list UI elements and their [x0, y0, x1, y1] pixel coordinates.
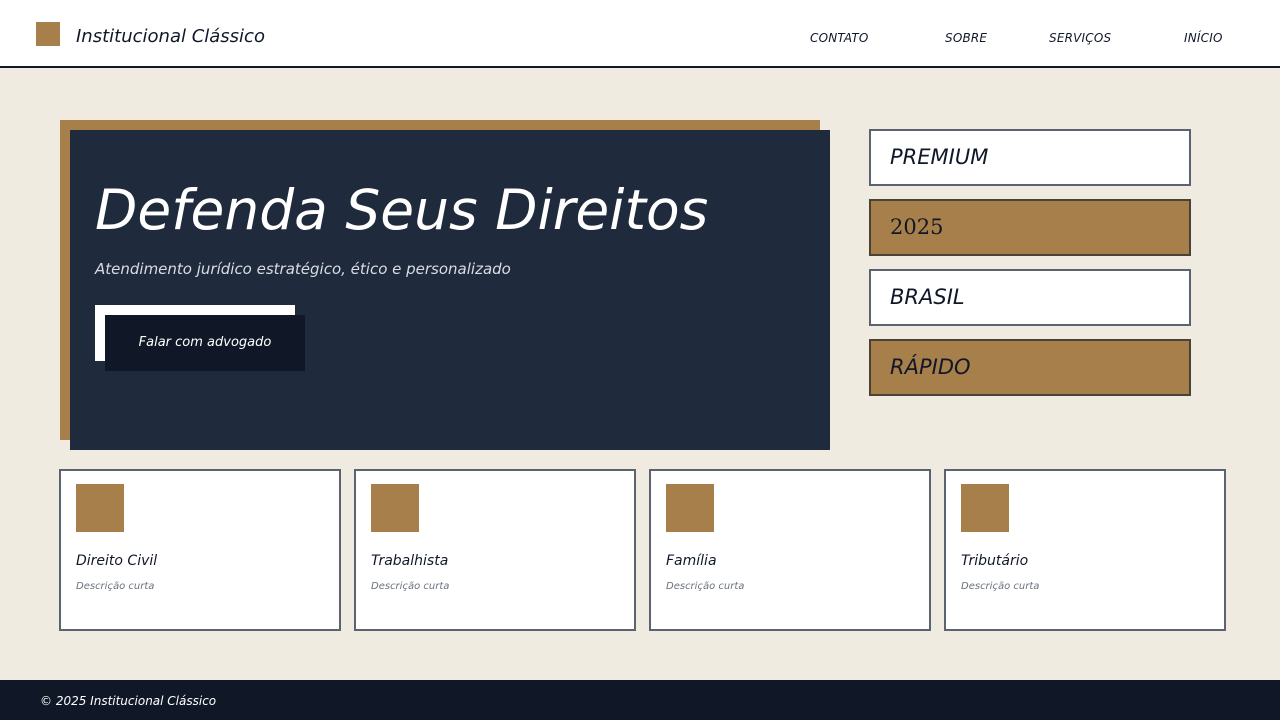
service-icon [666, 484, 714, 532]
badge-brasil: BRASIL [869, 269, 1191, 326]
hero-panel: Defenda Seus Direitos Atendimento jurídi… [70, 130, 830, 450]
service-card-trabalhista[interactable]: Trabalhista Descrição curta [354, 469, 636, 631]
nav-link-contato[interactable]: CONTATO [810, 30, 869, 46]
hero-subtitle: Atendimento jurídico estratégico, ético … [95, 260, 511, 278]
nav-link-sobre[interactable]: SOBRE [945, 30, 987, 46]
service-card-description: Descrição curta [666, 581, 745, 592]
nav-link-inicio[interactable]: INÍCIO [1184, 30, 1223, 46]
nav-link-servicos[interactable]: SERVIÇOS [1049, 30, 1111, 46]
service-icon [371, 484, 419, 532]
service-card-title: Trabalhista [371, 553, 449, 569]
service-icon [961, 484, 1009, 532]
site-footer: © 2025 Institucional Clássico [0, 680, 1280, 720]
service-card-description: Descrição curta [961, 581, 1040, 592]
service-card-familia[interactable]: Família Descrição curta [649, 469, 931, 631]
hero-title: Defenda Seus Direitos [95, 178, 709, 242]
service-card-title: Tributário [961, 553, 1029, 569]
service-icon [76, 484, 124, 532]
badge-premium: PREMIUM [869, 129, 1191, 186]
site-header: Institucional Clássico CONTATO SOBRE SER… [0, 0, 1280, 68]
copyright-text: © 2025 Institucional Clássico [40, 694, 217, 708]
badge-rapido: RÁPIDO [869, 339, 1191, 396]
badge-year: 2025 [869, 199, 1191, 256]
service-card-description: Descrição curta [371, 581, 450, 592]
talk-to-lawyer-button[interactable]: Falar com advogado [105, 315, 305, 371]
service-card-description: Descrição curta [76, 581, 155, 592]
logo-icon[interactable] [36, 22, 60, 46]
service-card-tributario[interactable]: Tributário Descrição curta [944, 469, 1226, 631]
service-card-title: Direito Civil [76, 553, 158, 569]
service-card-title: Família [666, 553, 717, 569]
brand-name[interactable]: Institucional Clássico [76, 25, 265, 49]
service-card-direito-civil[interactable]: Direito Civil Descrição curta [59, 469, 341, 631]
